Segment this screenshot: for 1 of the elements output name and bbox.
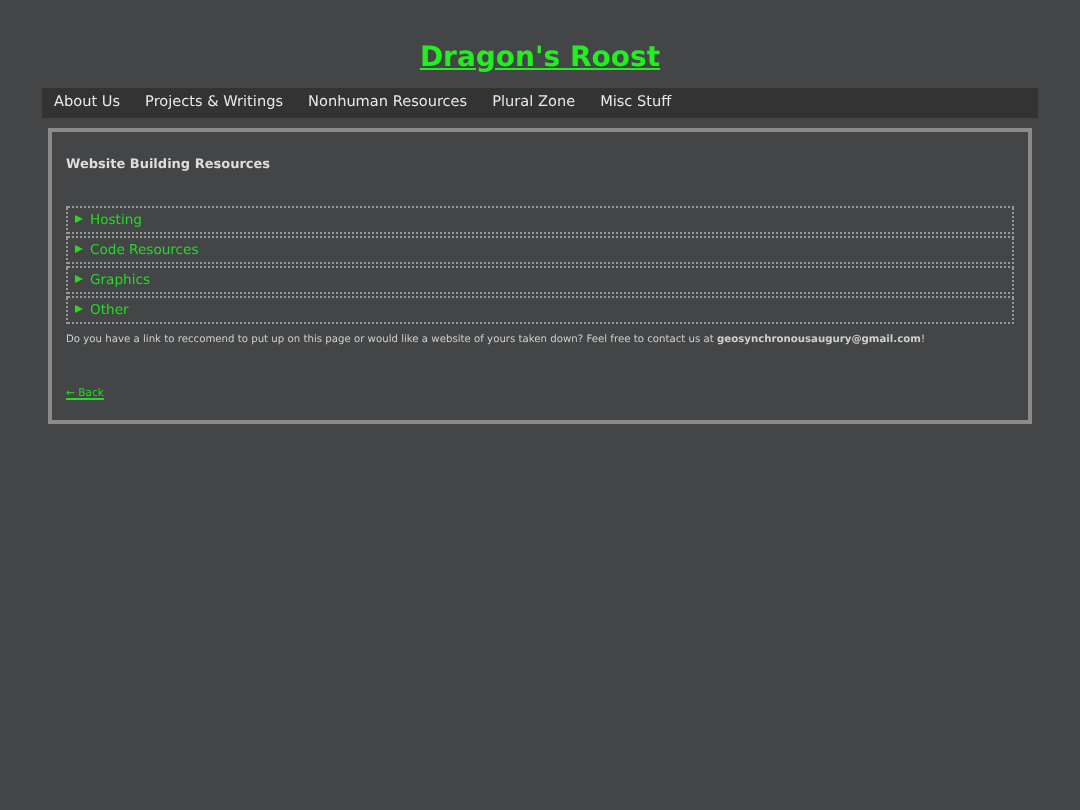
site-title[interactable]: Dragon's Roost: [419, 40, 661, 76]
